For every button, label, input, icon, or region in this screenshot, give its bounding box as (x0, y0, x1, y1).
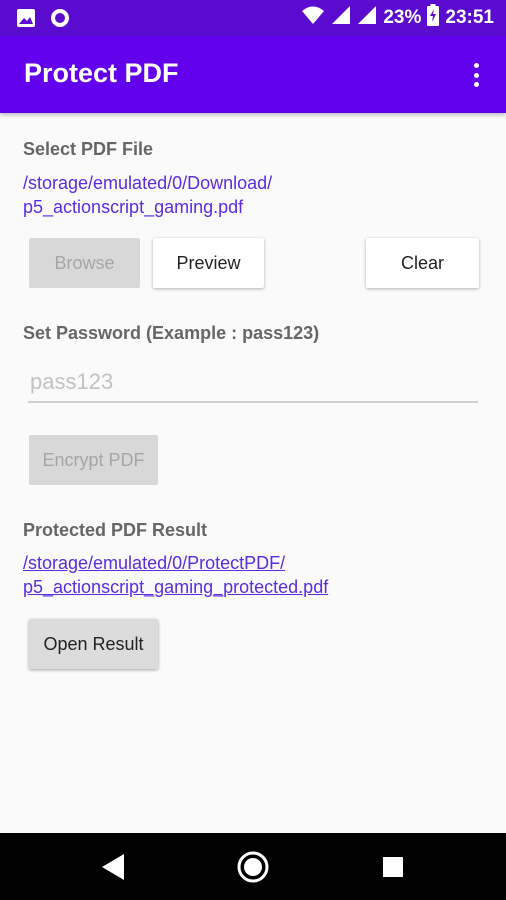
app-bar: Protect PDF (0, 36, 506, 113)
home-icon[interactable] (236, 850, 270, 884)
status-bar: 23% 23:51 (0, 0, 506, 36)
navigation-bar (0, 833, 506, 900)
open-result-button[interactable]: Open Result (29, 619, 158, 669)
protected-result-label: Protected PDF Result (23, 520, 208, 540)
clock: 23:51 (445, 7, 494, 28)
select-pdf-label: Select PDF File (23, 139, 154, 159)
selected-file-path-line2: p5_actionscript_gaming.pdf (23, 197, 244, 217)
recents-icon[interactable] (376, 850, 410, 884)
browse-button[interactable]: Browse (29, 238, 140, 288)
wifi-icon (301, 5, 325, 31)
overflow-menu-icon[interactable] (464, 60, 488, 90)
result-path-line1[interactable]: /storage/emulated/0/ProtectPDF/ (23, 551, 285, 575)
signal-icon (357, 5, 377, 31)
battery-charging-icon (427, 4, 440, 32)
image-icon (16, 8, 36, 33)
app-title: Protect PDF (24, 58, 179, 88)
result-path-line2[interactable]: p5_actionscript_gaming_protected.pdf (23, 575, 328, 599)
clear-button[interactable]: Clear (366, 238, 479, 288)
password-input[interactable] (28, 363, 478, 403)
back-icon[interactable] (96, 850, 130, 884)
set-password-label: Set Password (Example : pass123) (23, 323, 320, 343)
circle-status-icon (50, 8, 70, 33)
encrypt-pdf-button[interactable]: Encrypt PDF (29, 435, 158, 485)
battery-percent: 23% (383, 7, 422, 28)
preview-button[interactable]: Preview (153, 238, 264, 288)
selected-file-path-line1: /storage/emulated/0/Download/ (23, 173, 273, 193)
signal-icon (331, 5, 351, 31)
